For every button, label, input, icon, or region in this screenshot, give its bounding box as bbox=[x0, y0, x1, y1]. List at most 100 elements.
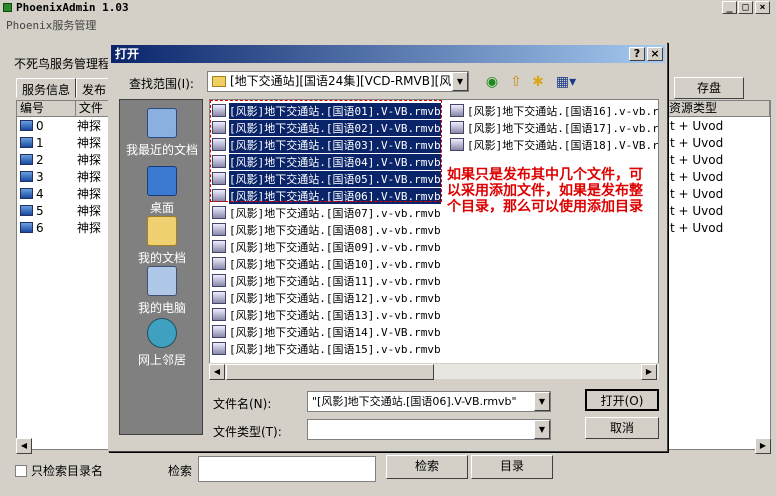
search-input[interactable] bbox=[198, 456, 376, 482]
file-item[interactable]: [风影]地下交通站.[国语07].v-vb.rmvb bbox=[212, 204, 441, 221]
dialog-title: 打开 bbox=[115, 47, 140, 61]
scroll-right-icon[interactable]: ▶ bbox=[755, 438, 771, 454]
close-button[interactable]: × bbox=[755, 1, 770, 14]
row-id: 2 bbox=[36, 152, 44, 167]
places-bar: 我最近的文档 桌面 我的文档 我的电脑 网上邻居 bbox=[119, 99, 203, 435]
lookin-combo[interactable]: [地下交通站][国语24集][VCD-RMVB][风影 ▼ bbox=[207, 71, 469, 92]
table-row[interactable]: t + Uvod bbox=[666, 117, 770, 134]
row-id: 0 bbox=[36, 118, 44, 133]
up-folder-icon[interactable]: ⇧ bbox=[507, 73, 525, 91]
open-dialog: 打开 ? × 查找范围(I): [地下交通站][国语24集][VCD-RMVB]… bbox=[108, 42, 668, 452]
file-name: [风影]地下交通站.[国语15].v-vb.rmvb bbox=[229, 342, 441, 356]
chevron-down-icon[interactable]: ▼ bbox=[534, 420, 550, 439]
file-item[interactable]: [风影]地下交通站.[国语14].V-VB.rmvb bbox=[212, 323, 441, 340]
scroll-right-icon[interactable]: ▶ bbox=[641, 364, 657, 380]
save-button[interactable]: 存盘 bbox=[674, 77, 744, 99]
place-my-documents[interactable]: 我的文档 bbox=[120, 216, 204, 266]
search-label: 检索 bbox=[168, 464, 193, 478]
minimize-button[interactable]: _ bbox=[722, 1, 737, 14]
file-list-hscroll[interactable]: ◀ ▶ bbox=[209, 363, 659, 380]
chevron-down-icon[interactable]: ▼ bbox=[534, 392, 550, 411]
filetype-select[interactable]: ▼ bbox=[307, 419, 551, 440]
place-network[interactable]: 网上邻居 bbox=[120, 318, 204, 368]
table-row[interactable]: 6 神探 bbox=[17, 219, 119, 236]
selection-highlight bbox=[210, 100, 442, 202]
back-icon[interactable]: ◉ bbox=[483, 73, 501, 91]
only-dir-checkbox[interactable]: 只检索目录名 bbox=[15, 462, 103, 479]
file-item[interactable]: [风影]地下交通站.[国语08].v-vb.rmvb bbox=[212, 221, 441, 238]
main-window-title: PhoenixAdmin 1.03 _ □ × bbox=[0, 0, 776, 16]
desktop-icon bbox=[147, 166, 177, 196]
view-menu-icon[interactable]: ▦▾ bbox=[553, 73, 579, 91]
chevron-down-icon[interactable]: ▼ bbox=[452, 72, 468, 91]
maximize-button[interactable]: □ bbox=[738, 1, 753, 14]
row-resource-type: t + Uvod bbox=[670, 118, 724, 133]
directory-button[interactable]: 目录 bbox=[471, 455, 553, 479]
file-item[interactable]: [风影]地下交通站.[国语18].V-VB.r bbox=[450, 136, 658, 153]
service-grid[interactable]: 编号 文件 0 神探 1 神探 2 神探 3 神探 4 神探 5 神探 6 神探 bbox=[16, 100, 120, 450]
rmvb-file-icon bbox=[212, 240, 226, 253]
table-row[interactable]: t + Uvod bbox=[666, 151, 770, 168]
rmvb-file-icon bbox=[212, 325, 226, 338]
file-item[interactable]: [风影]地下交通站.[国语15].v-vb.rmvb bbox=[212, 340, 441, 357]
file-item[interactable]: [风影]地下交通站.[国语10].v-vb.rmvb bbox=[212, 255, 441, 272]
service-grid-right[interactable]: 资源类型 t + Uvod t + Uvod t + Uvod t + Uvod t +… bbox=[665, 100, 771, 450]
search-button[interactable]: 检索 bbox=[386, 455, 468, 479]
main-menu[interactable]: Phoenix服务管理 bbox=[6, 17, 96, 33]
file-item[interactable]: [风影]地下交通站.[国语13].v-vb.rmvb bbox=[212, 306, 441, 323]
place-my-computer[interactable]: 我的电脑 bbox=[120, 266, 204, 316]
row-resource-type: t + Uvod bbox=[670, 135, 724, 150]
scroll-thumb[interactable] bbox=[226, 364, 434, 380]
row-id: 5 bbox=[36, 203, 44, 218]
table-row[interactable]: t + Uvod bbox=[666, 202, 770, 219]
file-name: [风影]地下交通站.[国语12].v-vb.rmvb bbox=[229, 291, 441, 305]
rmvb-file-icon bbox=[212, 291, 226, 304]
table-row[interactable]: 3 神探 bbox=[17, 168, 119, 185]
only-dir-label: 只检索目录名 bbox=[31, 464, 104, 478]
filename-input[interactable]: "[风影]地下交通站.[国语06].V-VB.rmvb" ▼ bbox=[307, 391, 551, 412]
annotation-note: 如果只是发布其中几个文件，可以采用添加文件，如果是发布整个目录，那么可以使用添加… bbox=[447, 167, 643, 215]
file-name: [风影]地下交通站.[国语10].v-vb.rmvb bbox=[229, 257, 441, 271]
scroll-left-icon[interactable]: ◀ bbox=[16, 438, 32, 454]
table-row[interactable]: t + Uvod bbox=[666, 134, 770, 151]
table-row[interactable]: 2 神探 bbox=[17, 151, 119, 168]
col-resource-type[interactable]: 资源类型 bbox=[666, 101, 770, 116]
file-item[interactable]: [风影]地下交通站.[国语17].v-vb.r bbox=[450, 119, 658, 136]
file-item[interactable]: [风影]地下交通站.[国语12].v-vb.rmvb bbox=[212, 289, 441, 306]
help-button[interactable]: ? bbox=[629, 47, 645, 61]
table-row[interactable]: 4 神探 bbox=[17, 185, 119, 202]
row-id: 3 bbox=[36, 169, 44, 184]
service-icon bbox=[20, 188, 33, 199]
table-row[interactable]: 5 神探 bbox=[17, 202, 119, 219]
file-item[interactable]: [风影]地下交通站.[国语09].v-vb.rmvb bbox=[212, 238, 441, 255]
cancel-button[interactable]: 取消 bbox=[585, 417, 659, 439]
dialog-close-button[interactable]: × bbox=[647, 47, 663, 61]
place-recent[interactable]: 我最近的文档 bbox=[120, 108, 204, 158]
tab-service-info[interactable]: 服务信息 bbox=[16, 78, 77, 98]
row-resource-type: t + Uvod bbox=[670, 220, 724, 235]
recent-docs-icon bbox=[147, 108, 177, 138]
col-id[interactable]: 编号 bbox=[17, 101, 76, 116]
new-folder-icon[interactable]: ✱ bbox=[529, 73, 547, 91]
file-item[interactable]: [风影]地下交通站.[国语11].v-vb.rmvb bbox=[212, 272, 441, 289]
place-desktop[interactable]: 桌面 bbox=[120, 166, 204, 216]
scroll-left-icon[interactable]: ◀ bbox=[209, 364, 225, 380]
file-item[interactable]: [风影]地下交通站.[国语16].v-vb.r bbox=[450, 102, 658, 119]
table-row[interactable]: 1 神探 bbox=[17, 134, 119, 151]
rmvb-file-icon bbox=[450, 121, 464, 134]
row-resource-type: t + Uvod bbox=[670, 169, 724, 184]
file-name: [风影]地下交通站.[国语08].v-vb.rmvb bbox=[229, 223, 441, 237]
rmvb-file-icon bbox=[212, 274, 226, 287]
table-row[interactable]: t + Uvod bbox=[666, 168, 770, 185]
rmvb-file-icon bbox=[212, 206, 226, 219]
service-icon bbox=[20, 137, 33, 148]
checkbox-box[interactable] bbox=[15, 464, 27, 477]
file-name: [风影]地下交通站.[国语14].V-VB.rmvb bbox=[229, 325, 441, 339]
table-row[interactable]: t + Uvod bbox=[666, 185, 770, 202]
service-icon bbox=[20, 154, 33, 165]
tab-publish[interactable]: 发布 bbox=[76, 78, 113, 98]
table-row[interactable]: t + Uvod bbox=[666, 219, 770, 236]
table-row[interactable]: 0 神探 bbox=[17, 117, 119, 134]
open-button[interactable]: 打开(O) bbox=[585, 389, 659, 411]
file-name: [风影]地下交通站.[国语09].v-vb.rmvb bbox=[229, 240, 441, 254]
